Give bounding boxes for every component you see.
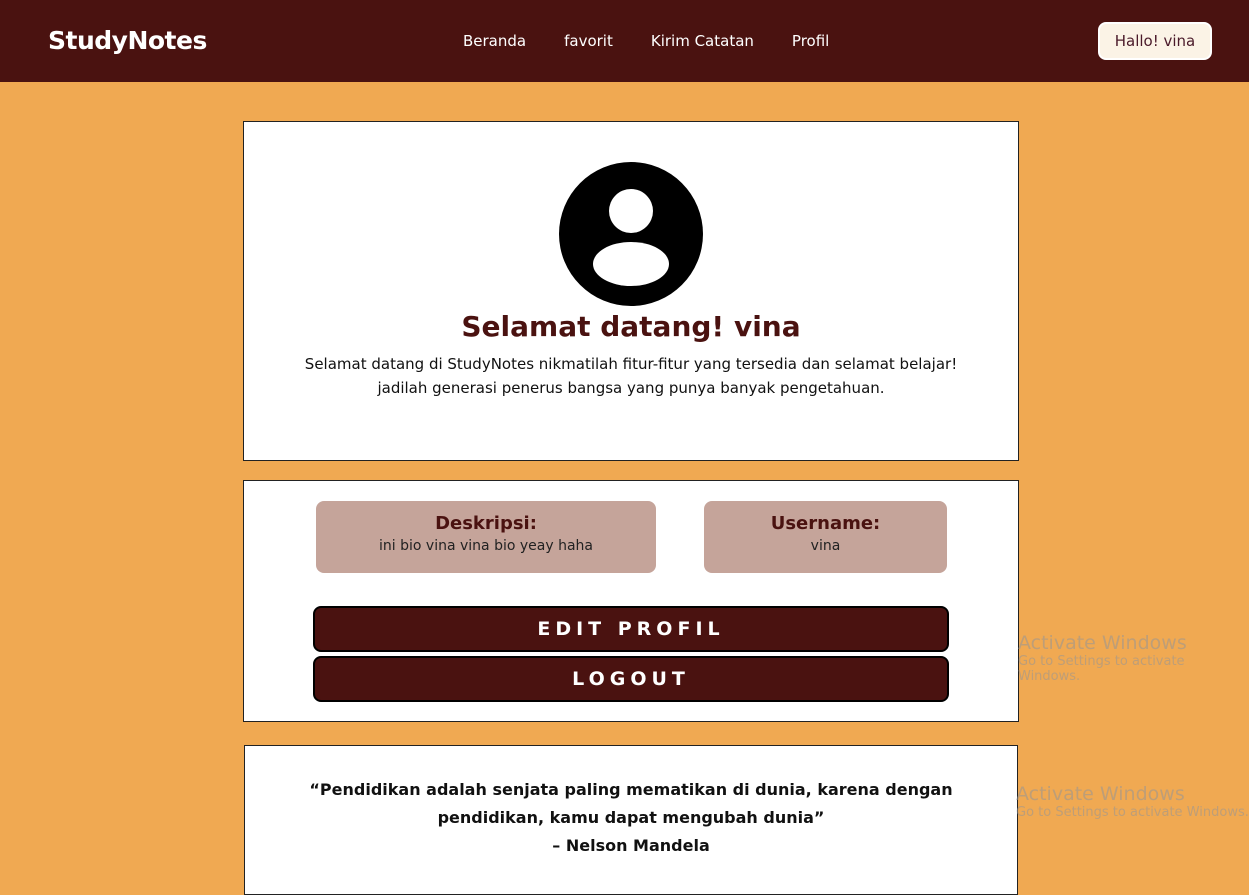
activate-windows-watermark: Activate Windows Go to Settings to activ…	[1016, 783, 1249, 820]
logo[interactable]: StudyNotes	[48, 26, 207, 55]
watermark-sub: Go to Settings to activate Windows.	[1016, 805, 1249, 820]
welcome-line-2: jadilah generasi penerus bangsa yang pun…	[377, 379, 885, 397]
description-box: Deskripsi: ini bio vina vina bio yeay ha…	[316, 501, 656, 573]
watermark-title: Activate Windows	[1018, 632, 1187, 654]
watermark-title: Activate Windows	[1016, 783, 1185, 805]
description-value: ini bio vina vina bio yeay haha	[379, 538, 593, 554]
quote-author: – Nelson Mandela	[552, 836, 710, 855]
nav-favorit[interactable]: favorit	[564, 32, 613, 50]
username-value: vina	[810, 538, 841, 554]
welcome-title: Selamat datang! vina	[461, 310, 801, 343]
quote-card: “Pendidikan adalah senjata paling memati…	[244, 745, 1018, 895]
activate-windows-watermark: Activate Windows Go to Settings to activ…	[1018, 632, 1249, 684]
quote-line-1: “Pendidikan adalah senjata paling memati…	[309, 780, 953, 799]
watermark-sub: Go to Settings to activate Windows.	[1018, 654, 1185, 684]
nav-profil[interactable]: Profil	[792, 32, 829, 50]
username-label: Username:	[770, 513, 881, 534]
nav-links: Beranda favorit Kirim Catatan Profil	[463, 32, 829, 50]
quote-line-2: pendidikan, kamu dapat mengubah dunia”	[437, 808, 825, 827]
profile-card: Deskripsi: ini bio vina vina bio yeay ha…	[243, 480, 1019, 722]
edit-profile-button[interactable]: EDIT PROFIL	[313, 606, 949, 652]
navbar: StudyNotes Beranda favorit Kirim Catatan…	[0, 0, 1249, 82]
username-box: Username: vina	[704, 501, 947, 573]
user-greeting-button[interactable]: Hallo! vina	[1098, 22, 1212, 60]
welcome-text: Selamat datang di StudyNotes nikmatilah …	[244, 352, 1018, 400]
welcome-card: Selamat datang! vina Selamat datang di S…	[243, 121, 1019, 461]
nav-kirim-catatan[interactable]: Kirim Catatan	[651, 32, 754, 50]
welcome-line-1: Selamat datang di StudyNotes nikmatilah …	[304, 355, 958, 373]
description-label: Deskripsi:	[435, 513, 537, 534]
nav-beranda[interactable]: Beranda	[463, 32, 526, 50]
user-avatar-icon	[559, 162, 703, 306]
logout-button[interactable]: LOGOUT	[313, 656, 949, 702]
